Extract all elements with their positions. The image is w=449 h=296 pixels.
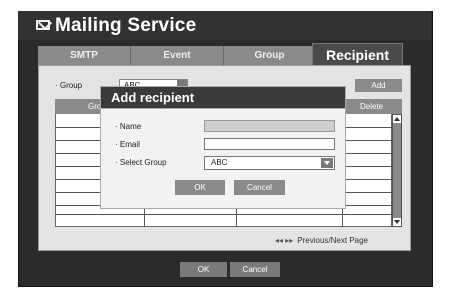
add-button[interactable]: Add [355, 79, 402, 92]
email-field[interactable] [204, 138, 335, 150]
ok-button[interactable]: OK [180, 262, 227, 277]
tab-group[interactable]: Group [224, 46, 316, 65]
name-field[interactable] [204, 120, 335, 132]
dialog-title: Add recipient [111, 90, 195, 105]
column-header-delete: Delete [360, 102, 384, 111]
pager[interactable]: ◂◂ ▸▸ Previous/Next Page [275, 236, 368, 245]
cancel-button[interactable]: Cancel [230, 262, 280, 277]
select-group-label: · Select Group [115, 158, 167, 167]
pager-label: Previous/Next Page [297, 236, 368, 245]
scroll-up-icon[interactable] [393, 115, 401, 123]
title-bar: Mailing Service [18, 11, 431, 40]
tab-bar: SMTP Event Group Recipient [38, 43, 409, 65]
mail-icon [36, 20, 50, 30]
window-title: Mailing Service [55, 15, 197, 36]
dialog-ok-button[interactable]: OK [175, 180, 225, 195]
scroll-down-icon[interactable] [393, 218, 401, 226]
page-arrows-icon[interactable]: ◂◂ ▸▸ [275, 236, 293, 245]
email-label: · Email [115, 140, 140, 149]
chevron-down-icon [321, 158, 333, 168]
dialog-cancel-button[interactable]: Cancel [234, 180, 285, 195]
group-filter-label: · Group [55, 81, 83, 90]
name-label: · Name [115, 122, 142, 131]
table-scrollbar[interactable] [392, 114, 402, 227]
select-group-value: ABC [211, 158, 228, 167]
tab-recipient[interactable]: Recipient [312, 43, 403, 65]
tab-event[interactable]: Event [131, 46, 224, 65]
select-group-dropdown[interactable]: ABC [204, 156, 335, 170]
tab-smtp[interactable]: SMTP [38, 46, 131, 65]
